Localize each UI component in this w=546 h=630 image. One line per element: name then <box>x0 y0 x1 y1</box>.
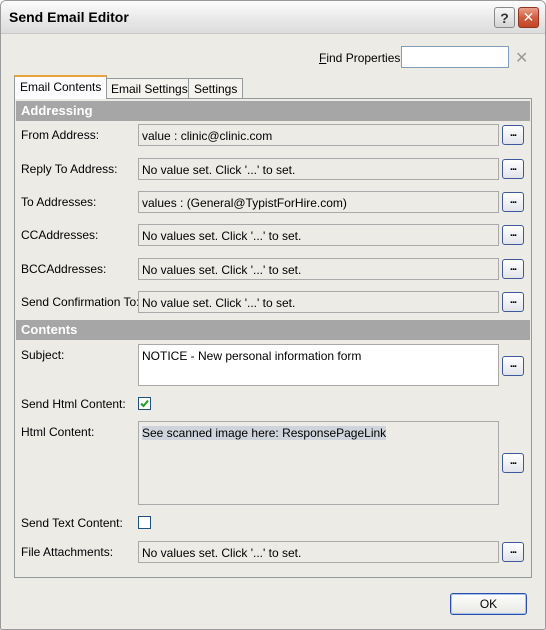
to-addresses-browse-button[interactable]: ... <box>502 192 524 212</box>
find-properties-input[interactable] <box>401 46 509 68</box>
find-properties-label: Find Properties <box>319 51 400 65</box>
to-addresses-label: To Addresses: <box>21 195 97 209</box>
send-html-content-checkbox[interactable] <box>138 397 151 410</box>
bcc-addresses-browse-button[interactable]: ... <box>502 259 524 279</box>
send-confirmation-to-label: Send Confirmation To: <box>21 295 140 309</box>
html-content-value: See scanned image here: ResponsePageLink <box>142 426 387 440</box>
html-content-label: Html Content: <box>21 425 95 439</box>
subject-label: Subject: <box>21 348 65 362</box>
title-bar[interactable]: Send Email Editor ? ✕ <box>1 1 545 34</box>
tab-email-contents[interactable]: Email Contents <box>14 75 108 99</box>
send-html-content-label: Send Html Content: <box>21 397 126 411</box>
reply-to-address-field[interactable]: No value set. Click '...' to set. <box>138 158 499 180</box>
html-content-field[interactable]: See scanned image here: ResponsePageLink <box>138 421 499 505</box>
html-content-browse-button[interactable]: ... <box>502 453 524 473</box>
find-properties-label-text: ind Properties <box>326 51 401 65</box>
cc-addresses-browse-button[interactable]: ... <box>502 225 524 245</box>
bcc-addresses-field[interactable]: No values set. Click '...' to set. <box>138 258 499 280</box>
reply-to-address-browse-button[interactable]: ... <box>502 159 524 179</box>
close-button[interactable]: ✕ <box>518 7 539 28</box>
send-confirmation-to-field[interactable]: No value set. Click '...' to set. <box>138 291 499 313</box>
send-confirmation-to-browse-button[interactable]: ... <box>502 292 524 312</box>
tab-email-settings[interactable]: Email Settings <box>105 78 194 98</box>
contents-section-header: Contents <box>16 320 530 340</box>
send-text-content-checkbox[interactable] <box>138 516 151 529</box>
email-contents-panel: Addressing From Address: value : clinic@… <box>14 98 532 578</box>
send-text-content-label: Send Text Content: <box>21 516 123 530</box>
cc-addresses-field[interactable]: No values set. Click '...' to set. <box>138 224 499 246</box>
from-address-field[interactable]: value : clinic@clinic.com <box>138 124 499 146</box>
file-attachments-field[interactable]: No values set. Click '...' to set. <box>138 541 499 563</box>
from-address-label: From Address: <box>21 128 100 142</box>
checkmark-icon <box>140 399 149 408</box>
reply-to-address-label: Reply To Address: <box>21 162 118 176</box>
help-icon: ? <box>500 9 509 26</box>
subject-browse-button[interactable]: ... <box>502 356 524 376</box>
addressing-section-header: Addressing <box>16 101 530 121</box>
from-address-browse-button[interactable]: ... <box>502 125 524 145</box>
subject-field[interactable]: NOTICE - New personal information form <box>138 344 499 386</box>
to-addresses-field[interactable]: values : (General@TypistForHire.com) <box>138 191 499 213</box>
file-attachments-browse-button[interactable]: ... <box>502 542 524 562</box>
window-title: Send Email Editor <box>9 9 129 25</box>
cc-addresses-label: CCAddresses: <box>21 228 99 242</box>
clear-find-icon[interactable]: ✕ <box>515 48 528 68</box>
close-icon: ✕ <box>522 9 535 25</box>
bcc-addresses-label: BCCAddresses: <box>21 262 107 276</box>
help-button[interactable]: ? <box>494 7 515 28</box>
ok-button[interactable]: OK <box>450 593 527 615</box>
file-attachments-label: File Attachments: <box>21 545 114 559</box>
send-email-editor-window: Send Email Editor ? ✕ Find Properties ✕ … <box>0 0 546 630</box>
tab-settings[interactable]: Settings <box>188 78 244 98</box>
